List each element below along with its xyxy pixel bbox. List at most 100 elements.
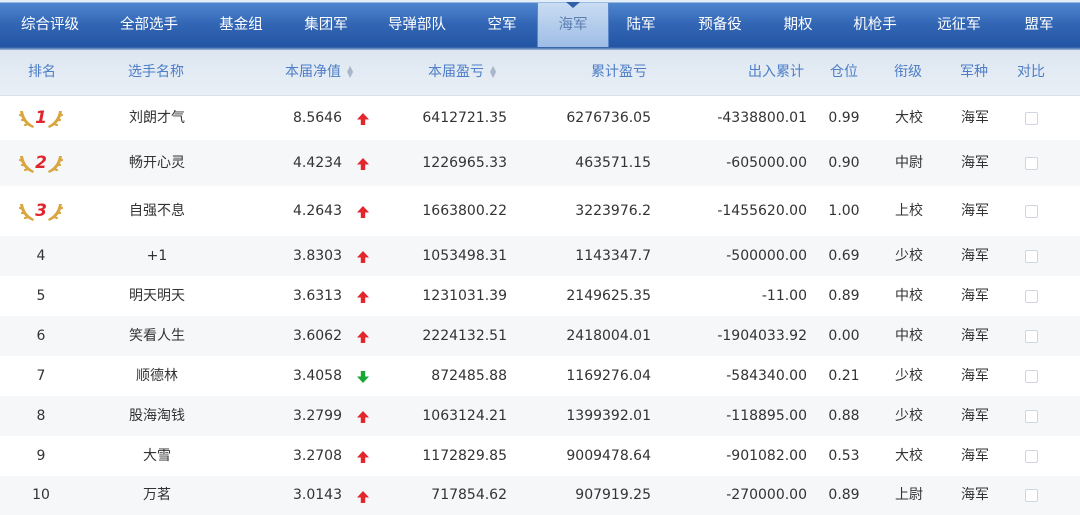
- title-value: 中校: [895, 288, 923, 304]
- compare-checkbox[interactable]: [1025, 111, 1038, 125]
- col-nav-header[interactable]: 本届净值 ▲ ▼: [285, 50, 353, 96]
- col-profit-header[interactable]: 本届盈亏 ▲ ▼: [428, 50, 496, 96]
- nav-tab-11[interactable]: 远征军: [920, 3, 998, 47]
- table-row[interactable]: 4 +1 3.8303 1053498.31 1143347.7 -500000.00 0.…: [0, 236, 1080, 276]
- flow-value: -584340.00: [726, 368, 807, 384]
- title-value: 上尉: [895, 487, 923, 503]
- position-value: 1.00: [828, 203, 860, 219]
- nav-tab-10[interactable]: 机枪手: [830, 3, 920, 47]
- nav-tab-9[interactable]: 期权: [766, 3, 830, 47]
- sort-icon[interactable]: ▲ ▼: [347, 65, 353, 79]
- flow-value: -270000.00: [726, 487, 807, 503]
- nav-tab-1[interactable]: 全部选手: [100, 3, 198, 47]
- col-position-header[interactable]: 仓位: [830, 50, 858, 96]
- table-row[interactable]: 5 明天明天 3.6313 1231031.39 2149625.35 -11.00 0.8…: [0, 276, 1080, 316]
- table-row[interactable]: 7 顺德林 3.4058 872485.88 1169276.04 -584340.00 0…: [0, 356, 1080, 396]
- compare-checkbox[interactable]: [1025, 289, 1038, 303]
- player-name[interactable]: 明天明天: [97, 276, 217, 316]
- total-profit-value: 9009478.64: [566, 448, 651, 464]
- flow-value: -1455620.00: [717, 203, 807, 219]
- profit-value: 6412721.35: [422, 110, 507, 126]
- rank-cell: 2: [35, 153, 47, 173]
- col-flow-header[interactable]: 出入累计: [748, 50, 804, 96]
- table-row[interactable]: 10 万茗 3.0143 717854.62 907919.25 -270000.00 0.…: [0, 476, 1080, 515]
- compare-checkbox[interactable]: [1025, 329, 1038, 343]
- total-profit-value: 2149625.35: [566, 288, 651, 304]
- nav-value: 3.6062: [293, 328, 342, 344]
- nav-tab-6[interactable]: 海军: [537, 2, 609, 47]
- nav-tab-8[interactable]: 预备役: [674, 3, 766, 47]
- col-nav-label: 本届净值: [285, 64, 341, 80]
- flow-value: -1904033.92: [717, 328, 807, 344]
- col-total-profit-header[interactable]: 累计盈亏: [591, 50, 647, 96]
- arrow-up-icon: [356, 289, 370, 303]
- position-value: 0.89: [828, 487, 860, 503]
- title-value: 少校: [895, 408, 923, 424]
- compare-checkbox[interactable]: [1025, 409, 1038, 423]
- nav-value: 4.2643: [293, 203, 342, 219]
- player-name[interactable]: 万茗: [97, 476, 217, 515]
- profit-value: 717854.62: [431, 487, 507, 503]
- nav-tab-5[interactable]: 空军: [466, 3, 538, 47]
- branch-value: 海军: [961, 328, 989, 344]
- branch-value: 海军: [961, 448, 989, 464]
- arrow-up-icon: [356, 204, 370, 218]
- player-name[interactable]: 自强不息: [97, 186, 217, 236]
- nav-tab-7[interactable]: 陆军: [608, 3, 674, 47]
- title-value: 大校: [895, 110, 923, 126]
- flow-value: -605000.00: [726, 155, 807, 171]
- table-row[interactable]: 3 自强不息 4.2643 1663800.22 3223976.2 -1455620.0…: [0, 186, 1080, 236]
- nav-tab-2[interactable]: 基金组: [198, 3, 284, 47]
- player-name[interactable]: 笑看人生: [97, 316, 217, 356]
- flow-value: -11.00: [761, 288, 807, 304]
- arrow-up-icon: [356, 329, 370, 343]
- player-name[interactable]: +1: [97, 236, 217, 276]
- table-row[interactable]: 2 畅开心灵 4.4234 1226965.33 463571.15 -605000.00…: [0, 140, 1080, 186]
- arrow-up-icon: [356, 156, 370, 170]
- nav-tab-3[interactable]: 集团军: [284, 3, 368, 47]
- profit-value: 1663800.22: [422, 203, 507, 219]
- table-row[interactable]: 8 股海淘钱 3.2799 1063124.21 1399392.01 -118895.0…: [0, 396, 1080, 436]
- table-row[interactable]: 6 笑看人生 3.6062 2224132.51 2418004.01 -1904033.…: [0, 316, 1080, 356]
- player-name[interactable]: 大雪: [97, 436, 217, 476]
- col-name-header[interactable]: 选手名称: [128, 50, 184, 96]
- table-row[interactable]: 9 大雪 3.2708 1172829.85 9009478.64 -901082.00 0…: [0, 436, 1080, 476]
- total-profit-value: 1399392.01: [566, 408, 651, 424]
- player-name[interactable]: 顺德林: [97, 356, 217, 396]
- compare-checkbox[interactable]: [1025, 249, 1038, 263]
- profit-value: 1053498.31: [422, 248, 507, 264]
- nav-value: 8.5646: [293, 110, 342, 126]
- branch-value: 海军: [961, 368, 989, 384]
- player-name[interactable]: 股海淘钱: [97, 396, 217, 436]
- position-value: 0.21: [828, 368, 860, 384]
- col-rank-header[interactable]: 排名: [28, 50, 56, 96]
- branch-value: 海军: [961, 487, 989, 503]
- nav-tab-12[interactable]: 盟军: [998, 3, 1080, 47]
- nav-value: 4.4234: [293, 155, 342, 171]
- col-compare-header: 对比: [1017, 64, 1045, 80]
- player-name[interactable]: 刘朗才气: [97, 96, 217, 140]
- flow-value: -4338800.01: [717, 110, 807, 126]
- category-nav-bar: 综合评级 全部选手 基金组 集团军 导弹部队 空军 海军 陆军 预备役 期权 机枪手 远征军 盟军: [0, 0, 1080, 50]
- rank-cell: 1: [35, 108, 47, 128]
- nav-value: 3.0143: [293, 487, 342, 503]
- player-name[interactable]: 畅开心灵: [97, 140, 217, 186]
- arrow-up-icon: [356, 249, 370, 263]
- compare-checkbox[interactable]: [1025, 489, 1038, 502]
- compare-checkbox[interactable]: [1025, 156, 1038, 170]
- col-branch-header[interactable]: 军种: [960, 50, 988, 96]
- compare-checkbox[interactable]: [1025, 449, 1038, 463]
- col-title-header[interactable]: 衔级: [894, 50, 922, 96]
- compare-checkbox[interactable]: [1025, 369, 1038, 383]
- profit-value: 1172829.85: [422, 448, 507, 464]
- nav-value: 3.2708: [293, 448, 342, 464]
- nav-tab-0[interactable]: 综合评级: [0, 3, 100, 47]
- table-row[interactable]: 1 刘朗才气 8.5646 6412721.35 6276736.05 -4338800.…: [0, 96, 1080, 140]
- position-value: 0.88: [828, 408, 860, 424]
- arrow-down-icon: [356, 369, 370, 383]
- compare-checkbox[interactable]: [1025, 204, 1038, 218]
- position-value: 0.99: [828, 110, 860, 126]
- position-value: 0.90: [828, 155, 860, 171]
- nav-tab-4[interactable]: 导弹部队: [368, 3, 466, 47]
- sort-icon[interactable]: ▲ ▼: [490, 65, 496, 79]
